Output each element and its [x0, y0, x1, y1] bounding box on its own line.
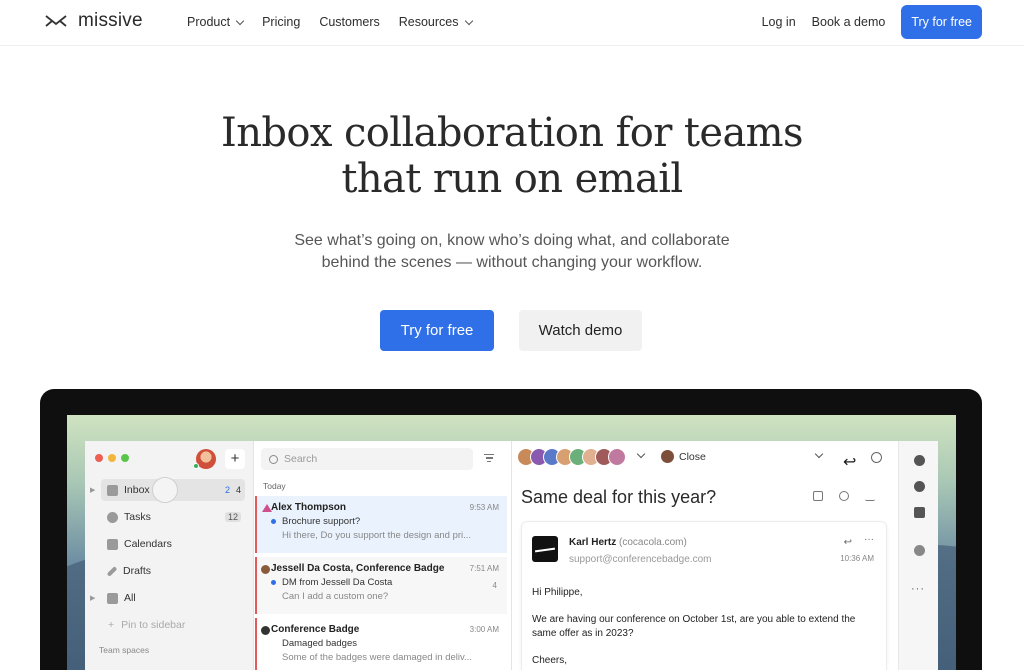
section-label: Today — [263, 481, 286, 491]
check-circle-icon — [107, 511, 118, 523]
book-demo-link[interactable]: Book a demo — [812, 15, 886, 29]
sender-logo-icon — [532, 536, 558, 562]
sidebar-item-calendars[interactable]: Calendars — [101, 533, 245, 555]
conversation-actions — [813, 491, 875, 501]
sidebar-item-tasks[interactable]: Tasks 12 — [101, 506, 245, 528]
reader-toolbar: Close ↩ — [513, 441, 898, 475]
sender-logo-icon — [262, 504, 272, 512]
snooze-clock-icon[interactable] — [871, 452, 882, 463]
nav-resources[interactable]: Resources — [399, 15, 473, 29]
laptop-mockup: + ▶ Inbox 2 4 Tasks 12 Calendars Drafts … — [40, 389, 982, 670]
email-greeting: Hi Philippe, — [532, 587, 583, 598]
online-status-icon — [193, 463, 199, 469]
try-free-nav-button[interactable]: Try for free — [901, 5, 982, 39]
calendar-icon — [107, 538, 118, 550]
avatar — [661, 450, 674, 463]
more-icon[interactable]: ··· — [864, 534, 874, 545]
search-input[interactable]: Search — [261, 448, 473, 470]
tag-icon[interactable] — [813, 491, 823, 501]
logo-text: missive — [78, 10, 143, 31]
minimize-window-icon[interactable] — [108, 454, 116, 462]
hero-title: Inbox collaboration for teams that run o… — [221, 110, 804, 202]
integration-icon[interactable] — [914, 545, 925, 556]
pin-to-sidebar[interactable]: + Pin to sidebar — [101, 614, 245, 636]
right-rail: ··· — [898, 441, 938, 670]
sidebar-item-drafts[interactable]: Drafts — [101, 560, 245, 582]
avatar — [608, 448, 626, 466]
pencil-icon — [106, 565, 118, 577]
compose-button[interactable]: + — [225, 449, 245, 469]
sidebar-item-all[interactable]: ▶ All — [90, 587, 245, 609]
reply-icon[interactable]: ↩ — [843, 452, 856, 471]
reply-icon[interactable]: ↩ — [844, 537, 852, 548]
star-icon[interactable] — [839, 491, 849, 501]
contact-icon[interactable] — [914, 455, 925, 466]
conversation-reader: Close ↩ Same deal for this year? Karl He… — [513, 441, 898, 670]
team-spaces-label: Team spaces — [99, 645, 150, 655]
filter-icon[interactable] — [484, 454, 494, 464]
app-screenshot: + ▶ Inbox 2 4 Tasks 12 Calendars Drafts … — [67, 415, 956, 670]
hero-cta-row: Try for free Watch demo — [380, 310, 642, 351]
close-conversation-button[interactable]: Close — [661, 450, 706, 463]
list-item[interactable]: Conference Badge 3:00 AM Damaged badges … — [255, 618, 507, 670]
email-body-line: We are having our conference on October … — [532, 614, 856, 625]
nav-product[interactable]: Product — [187, 15, 245, 29]
total-count: 4 — [235, 485, 241, 495]
conversation-list: Search Today Alex Thompson 9:53 AM Broch… — [255, 441, 512, 670]
avatar — [261, 626, 270, 635]
missive-app-window: + ▶ Inbox 2 4 Tasks 12 Calendars Drafts … — [85, 441, 938, 670]
hero-subtitle: See what’s going on, know who’s doing wh… — [294, 232, 730, 271]
logo[interactable]: missive — [44, 10, 143, 32]
top-nav: missive Product Pricing Customers Resour… — [0, 0, 1024, 46]
message-count: 4 — [492, 581, 497, 590]
calendar-icon[interactable] — [914, 507, 925, 518]
more-icon[interactable]: ··· — [911, 583, 925, 595]
nav-pricing[interactable]: Pricing — [262, 15, 300, 29]
nav-customers[interactable]: Customers — [319, 15, 379, 29]
chevron-down-icon — [464, 16, 473, 25]
email-body-line: same offer as in 2023? — [532, 628, 634, 639]
search-icon — [269, 454, 278, 464]
chevron-down-icon[interactable] — [814, 449, 824, 459]
caret-right-icon[interactable]: ▶ — [90, 594, 95, 602]
mute-icon[interactable] — [865, 491, 875, 501]
plus-icon: + — [108, 619, 115, 631]
email-time: 10:36 AM — [840, 554, 874, 563]
avatar[interactable] — [196, 449, 216, 469]
chevron-down-icon — [235, 16, 245, 25]
email-card: Karl Hertz (cocacola.com) support@confer… — [521, 521, 887, 670]
nav-actions: Log in Book a demo Try for free — [762, 5, 982, 39]
list-item[interactable]: Jessell Da Costa, Conference Badge 7:51 … — [255, 557, 507, 614]
participants[interactable] — [517, 448, 626, 466]
try-free-button[interactable]: Try for free — [380, 310, 494, 351]
conversation-title: Same deal for this year? — [521, 487, 717, 507]
caret-right-icon[interactable]: ▶ — [90, 486, 95, 494]
sender-name[interactable]: Karl Hertz (cocacola.com) — [569, 537, 687, 548]
app-sidebar: + ▶ Inbox 2 4 Tasks 12 Calendars Drafts … — [85, 441, 254, 670]
sender-address: support@conferencebadge.com — [569, 554, 712, 565]
unread-count: 2 — [224, 485, 230, 495]
tasks-count: 12 — [224, 512, 241, 522]
archive-icon — [107, 592, 118, 604]
cursor-indicator — [152, 477, 178, 503]
nav-links: Product Pricing Customers Resources — [187, 15, 473, 29]
login-link[interactable]: Log in — [762, 15, 796, 29]
unread-dot-icon — [271, 580, 276, 585]
window-controls — [95, 454, 129, 462]
missive-logo-icon — [45, 15, 67, 27]
list-item[interactable]: Alex Thompson 9:53 AM Brochure support? … — [255, 496, 507, 553]
maximize-window-icon[interactable] — [121, 454, 129, 462]
inbox-icon — [107, 484, 118, 496]
email-signoff: Cheers, — [532, 655, 568, 666]
watch-demo-button[interactable]: Watch demo — [519, 310, 642, 351]
avatar — [261, 565, 270, 574]
tasks-check-icon[interactable] — [914, 481, 925, 492]
unread-dot-icon — [271, 519, 276, 524]
chevron-down-icon[interactable] — [636, 449, 646, 459]
close-window-icon[interactable] — [95, 454, 103, 462]
